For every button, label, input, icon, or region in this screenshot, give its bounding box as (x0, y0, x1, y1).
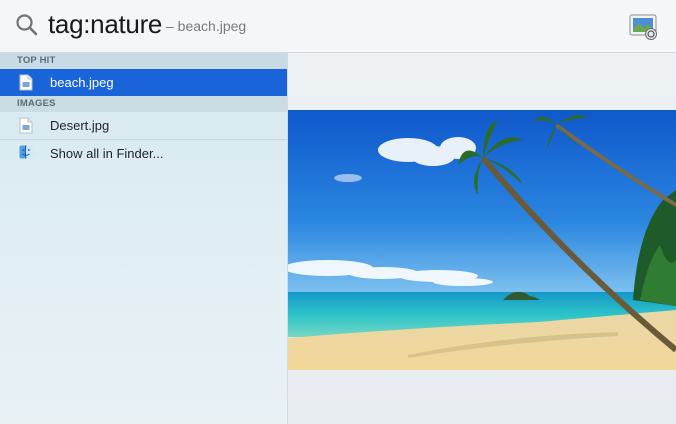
section-header-top-hit: TOP HIT (0, 53, 287, 69)
search-icon (16, 14, 38, 36)
result-row-beach[interactable]: beach.jpeg (0, 69, 287, 96)
jpeg-file-icon (19, 74, 33, 91)
results-list: TOP HIT beach.jpeg IMAGES Desert.jpg Sho… (0, 53, 288, 424)
search-bar[interactable]: tag:nature – beach.jpeg (0, 0, 676, 53)
preview-app-icon (629, 14, 657, 40)
search-autocomplete-hint: – beach.jpeg (166, 18, 247, 34)
section-header-images: IMAGES (0, 96, 287, 112)
result-label: beach.jpeg (50, 75, 114, 90)
beach-photo (288, 110, 676, 370)
show-all-label: Show all in Finder... (50, 146, 164, 161)
result-label: Desert.jpg (50, 118, 110, 133)
spotlight-window: tag:nature – beach.jpeg TOP HIT beach.jp… (0, 0, 676, 424)
finder-icon (19, 145, 33, 159)
search-query[interactable]: tag:nature (48, 9, 162, 40)
jpg-file-icon (19, 117, 33, 134)
show-all-in-finder[interactable]: Show all in Finder... (0, 140, 287, 167)
result-row-desert[interactable]: Desert.jpg (0, 112, 287, 139)
image-preview (288, 110, 676, 370)
